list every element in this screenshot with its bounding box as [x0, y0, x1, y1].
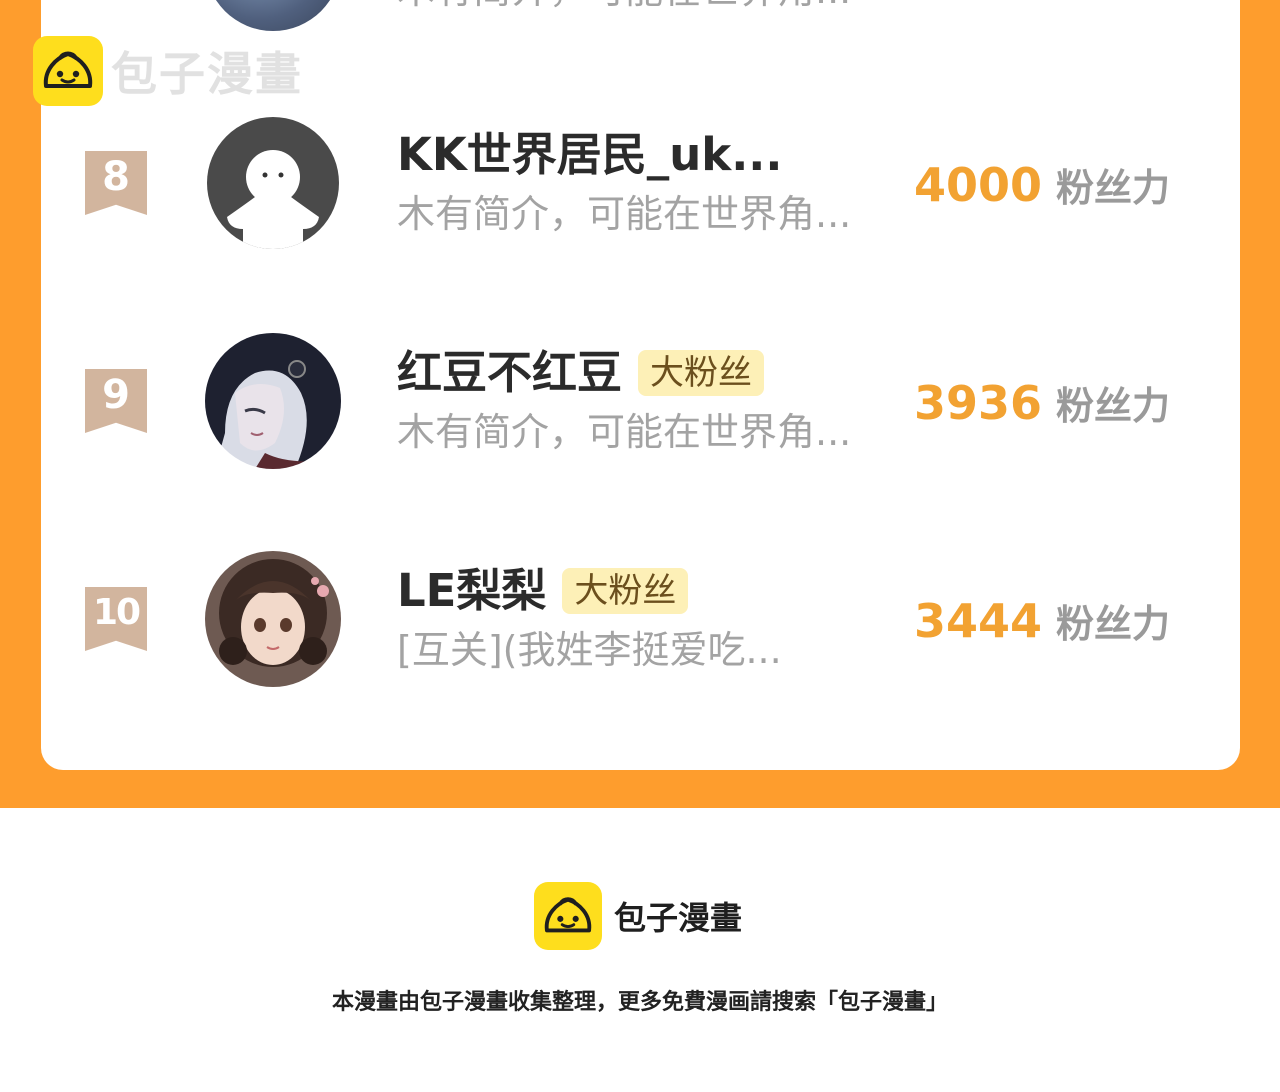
- rank-ribbon: 9: [85, 369, 147, 433]
- fan-power-unit: 粉丝力: [1055, 384, 1170, 428]
- user-bio: 木有简介，可能在世界角...: [397, 192, 852, 236]
- fan-power-score: 3444: [913, 594, 1042, 648]
- user-name[interactable]: 红豆不红豆: [397, 345, 622, 401]
- bun-logo-icon: [534, 882, 602, 950]
- user-name[interactable]: KK世界居民_uk...: [397, 127, 783, 183]
- footer-brand-text: 包子漫畫: [614, 899, 743, 937]
- ranking-row[interactable]: 8 KK世界居民_uk... 木有简介，可能在世界角... 4000 粉丝力: [0, 113, 1280, 253]
- anime-dark-hair-avatar-icon: [205, 333, 341, 469]
- default-ghost-avatar-icon: [207, 117, 339, 249]
- user-bio: 木有简介，可能在世界角...: [397, 410, 852, 454]
- rank-number: 9: [102, 372, 130, 418]
- rank-ribbon: 10: [85, 587, 147, 651]
- name-line: 红豆不红豆 大粉丝: [397, 345, 765, 401]
- anime-curly-hair-avatar-icon: [205, 551, 341, 687]
- big-fan-badge: 大粉丝: [638, 350, 765, 396]
- fan-power: 3936 粉丝力: [914, 375, 1170, 431]
- ranking-row[interactable]: 9 红豆不红豆 大粉丝 木有简介，可能在世界角... 3936 粉丝力: [0, 331, 1280, 471]
- rank-ribbon: 8: [85, 151, 147, 215]
- rank-number: 10: [92, 592, 141, 633]
- ranking-row[interactable]: 10 LE梨梨 大粉丝 [互关](我姓李挺爱吃... 3444 粉丝力: [0, 549, 1280, 689]
- brand-watermark-text: 包子漫畫: [111, 47, 303, 101]
- fan-power: 4000 粉丝力: [914, 157, 1170, 213]
- avatar[interactable]: [205, 551, 341, 687]
- footer-brand[interactable]: 包子漫畫: [534, 882, 742, 950]
- avatar[interactable]: [207, 117, 339, 249]
- fan-power-score: 3936: [913, 376, 1042, 430]
- footer-notice: 本漫畫由包子漫畫收集整理，更多免費漫画請搜索「包子漫畫」: [331, 990, 948, 1015]
- name-line: LE梨梨 大粉丝: [397, 563, 689, 619]
- user-bio: 木有简介，可能在世界角...: [397, 0, 851, 14]
- brand-watermark: 包子漫畫: [33, 36, 303, 106]
- fan-power: 3444 粉丝力: [914, 593, 1170, 649]
- big-fan-badge: 大粉丝: [562, 568, 689, 614]
- fan-power-unit: 粉丝力: [1055, 602, 1170, 646]
- name-line: KK世界居民_uk...: [397, 127, 783, 183]
- user-bio: [互关](我姓李挺爱吃...: [397, 628, 782, 672]
- rank-number: 8: [102, 154, 130, 200]
- bun-logo-icon: [33, 36, 103, 106]
- fan-power-score: 4000: [913, 158, 1042, 212]
- avatar[interactable]: [205, 333, 341, 469]
- user-name[interactable]: LE梨梨: [397, 563, 546, 619]
- fan-power-unit: 粉丝力: [1055, 166, 1170, 210]
